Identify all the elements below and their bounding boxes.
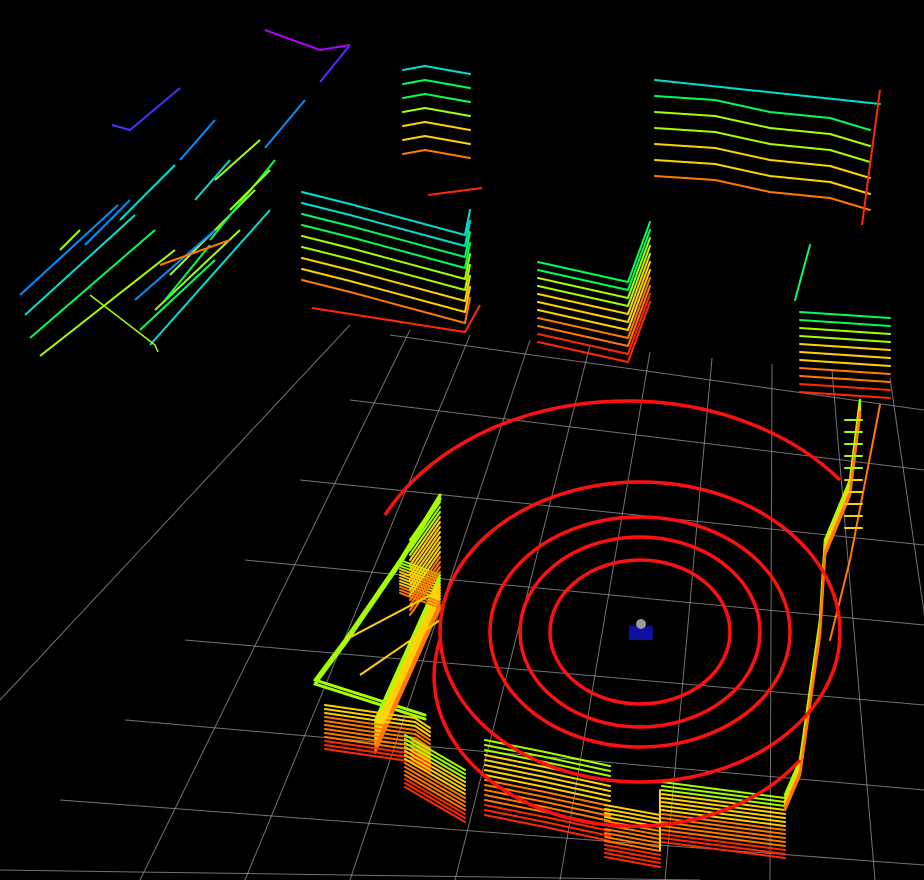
building-scan [301,279,471,324]
building-scan [301,213,471,258]
building-scan [301,224,471,269]
point-cloud-scene[interactable] [0,0,924,880]
building-scan [301,202,471,247]
building-scan [301,235,471,280]
pillar-scan [799,311,891,319]
building-scan [402,79,471,89]
far-scan-layers [19,29,891,399]
scan-streak [264,29,351,52]
pillar-scan [799,335,891,343]
building-scan [654,79,881,105]
grid-line [59,799,924,866]
pillar-scan [799,351,891,359]
building-scan [301,246,471,291]
scan-streak [19,204,119,296]
pillar-scan [799,359,891,367]
scan-streak [111,87,181,132]
range-ring-outer [432,639,802,828]
scan-streak [84,199,131,246]
building-scan [654,159,871,195]
pillar-scan [799,367,891,375]
building-scan [427,187,483,196]
pillar-scan [799,391,891,399]
scan-streak [194,159,231,201]
building-scan [654,95,871,131]
building-scan [402,149,471,159]
building-scan [301,257,471,302]
scan-streak [319,44,351,83]
pillar-scan [799,383,891,391]
grid-line [0,324,351,701]
building-scan [301,191,471,236]
building-scan [654,111,871,147]
lidar-sensor-icon [636,619,646,629]
building-scan [654,143,871,179]
scan-streak [119,164,176,221]
grid-line [769,363,773,880]
pillar-scan [799,375,891,383]
pillar-scan [799,327,891,335]
building-scan [402,135,471,145]
scan-streak [29,229,156,339]
building-scan [402,93,471,103]
building-scan [402,121,471,131]
scan-streak [139,259,216,331]
building-scan [301,268,471,313]
pillar-scan [799,343,891,351]
building-scan [402,107,471,117]
building-scan [402,65,471,75]
pillar-scan [799,319,891,327]
robot-marker[interactable] [629,619,653,640]
scan-streak [149,209,271,346]
3d-viewport[interactable] [0,0,924,880]
scan-streak [229,169,271,211]
scan-streak [59,229,81,251]
scan-streak [264,99,306,149]
building-scan [654,175,871,211]
building-scan [654,127,871,163]
scan-streak [214,139,261,181]
near-scan-layers [313,398,881,868]
pillar-scan [794,244,811,301]
building-scan [861,89,881,226]
scan-streak [179,119,216,161]
